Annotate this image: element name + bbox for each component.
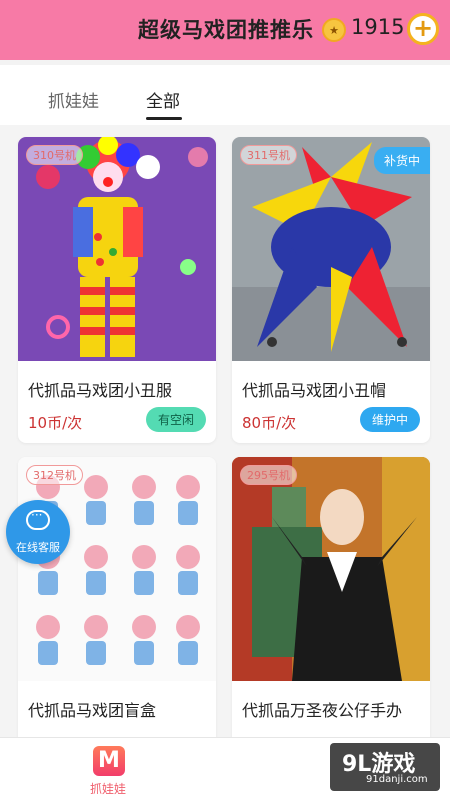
prize-name: 代抓品马戏团盲盒 — [28, 701, 157, 720]
status-badge: 维护中 — [359, 407, 420, 432]
app-header: 超级马戏团推推乐 ★ 1915 + — [0, 0, 450, 60]
nav-label-claw[interactable]: 抓娃娃 — [90, 780, 126, 797]
tab-claw[interactable]: 抓娃娃 — [48, 87, 99, 112]
m-logo-icon[interactable]: M — [93, 746, 125, 776]
prize-name: 代抓品万圣夜公仔手办 — [242, 701, 403, 720]
price-per-play: 80币/次 — [242, 414, 297, 432]
customer-service-label: 在线客服 — [16, 541, 60, 554]
add-coins-button[interactable]: + — [407, 13, 439, 45]
price-per-play: 10币/次 — [28, 414, 83, 432]
machine-number-badge: 295号机 — [240, 465, 297, 485]
machine-card[interactable]: 312号机 代抓品马戏团盲盒 — [18, 457, 216, 737]
watermark: 9L游戏 91danji.com — [330, 743, 440, 791]
coin-icon: ★ — [322, 18, 346, 42]
machine-card[interactable]: 311号机 补货中 代抓品马戏团小丑帽 80币/次 维护中 — [232, 137, 430, 443]
machine-card[interactable]: 295号机 代抓品万圣夜公仔手办 — [232, 457, 430, 737]
machine-number-badge: 310号机 — [26, 145, 83, 165]
category-tabs: 抓娃娃 全部 — [0, 65, 450, 125]
active-tab-indicator — [146, 117, 182, 120]
app-title: 超级马戏团推推乐 — [138, 18, 314, 42]
machine-number-badge: 312号机 — [26, 465, 83, 485]
tab-all[interactable]: 全部 — [146, 87, 180, 112]
chat-bubble-icon — [26, 508, 50, 530]
customer-service-button[interactable]: 在线客服 — [6, 500, 70, 564]
restocking-badge: 补货中 — [373, 147, 430, 174]
prize-name: 代抓品马戏团小丑服 — [28, 381, 173, 400]
coin-count: 1915 — [351, 15, 405, 39]
clown-costume-image — [18, 137, 216, 361]
watermark-sub: 91danji.com — [366, 774, 428, 785]
blind-box-figures-image — [18, 457, 216, 681]
status-badge: 有空闲 — [145, 407, 206, 432]
machine-number-badge: 311号机 — [240, 145, 297, 165]
halloween-figure-image — [232, 457, 430, 681]
machine-card[interactable]: 310号机 代抓品马戏团小丑服 10币/次 有空闲 — [18, 137, 216, 443]
prize-name: 代抓品马戏团小丑帽 — [242, 381, 387, 400]
machine-grid: 310号机 代抓品马戏团小丑服 10币/次 有空闲 311号机 补货中 代抓品马… — [0, 125, 450, 737]
